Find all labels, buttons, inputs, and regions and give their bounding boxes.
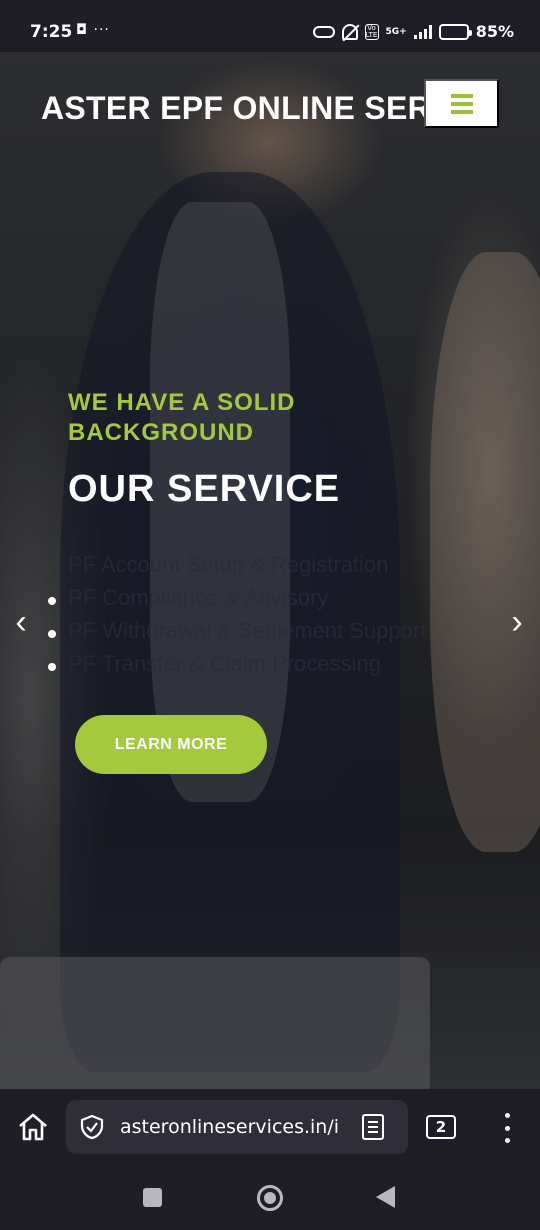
address-bar[interactable]: asteronlineservices.in/index (66, 1100, 408, 1154)
hamburger-menu-button[interactable] (424, 79, 499, 128)
status-time: 7:25 (30, 22, 73, 42)
hero-tagline: WE HAVE A SOLID BACKGROUND (68, 389, 296, 446)
tabs-button[interactable]: 2 (426, 1115, 456, 1139)
link-icon (312, 25, 335, 38)
hamburger-icon-line (450, 93, 473, 98)
hero-slider: ASTER EPF ONLINE SERVICES WE HAVE A SOLI… (0, 52, 540, 1089)
notification-icons: ◘ ··· (76, 22, 110, 38)
hero-title: OUR SERVICE (68, 468, 341, 510)
volte-icon: Vo LTE (364, 23, 379, 40)
battery-icon (438, 23, 472, 40)
network-type: 5G+ (385, 26, 407, 37)
signal-icon (413, 24, 432, 39)
back-icon[interactable] (376, 1186, 395, 1208)
hamburger-icon-line (450, 109, 473, 114)
service-item: PF Transfer & Claim Processing (48, 651, 488, 684)
slider-prev-icon[interactable]: ‹ (6, 602, 36, 642)
battery-percent: 85% (475, 22, 514, 41)
system-nav-bar (0, 1166, 540, 1230)
service-item: PF Account Setup & Registration (68, 552, 389, 577)
reader-mode-icon[interactable] (362, 1114, 384, 1140)
shield-icon[interactable] (80, 1114, 104, 1140)
url-text[interactable]: asteronlineservices.in/index (120, 1116, 340, 1138)
site-brand[interactable]: ASTER EPF ONLINE SERVICES (41, 90, 431, 127)
more-icon[interactable] (500, 1113, 514, 1143)
service-item: PF Withdrawal & Settlement Support (48, 618, 488, 651)
service-item: PF Compliance & Advisory (48, 585, 488, 618)
status-bar: 7:25 ◘ ··· Vo LTE 5G+ 85% (0, 0, 540, 52)
mute-bell-icon (341, 23, 358, 40)
learn-more-button[interactable]: LEARN MORE (75, 715, 267, 774)
home-circle-icon[interactable] (257, 1185, 283, 1211)
slider-next-icon[interactable]: › (502, 602, 532, 642)
service-list: PF Account Setup & Registration PF Compl… (48, 552, 488, 684)
hamburger-icon-line (450, 101, 473, 106)
home-icon[interactable] (16, 1111, 50, 1143)
recents-icon[interactable] (143, 1188, 162, 1207)
status-right-icons: Vo LTE 5G+ 85% (312, 22, 514, 41)
browser-toolbar: asteronlineservices.in/index 2 (0, 1089, 540, 1166)
